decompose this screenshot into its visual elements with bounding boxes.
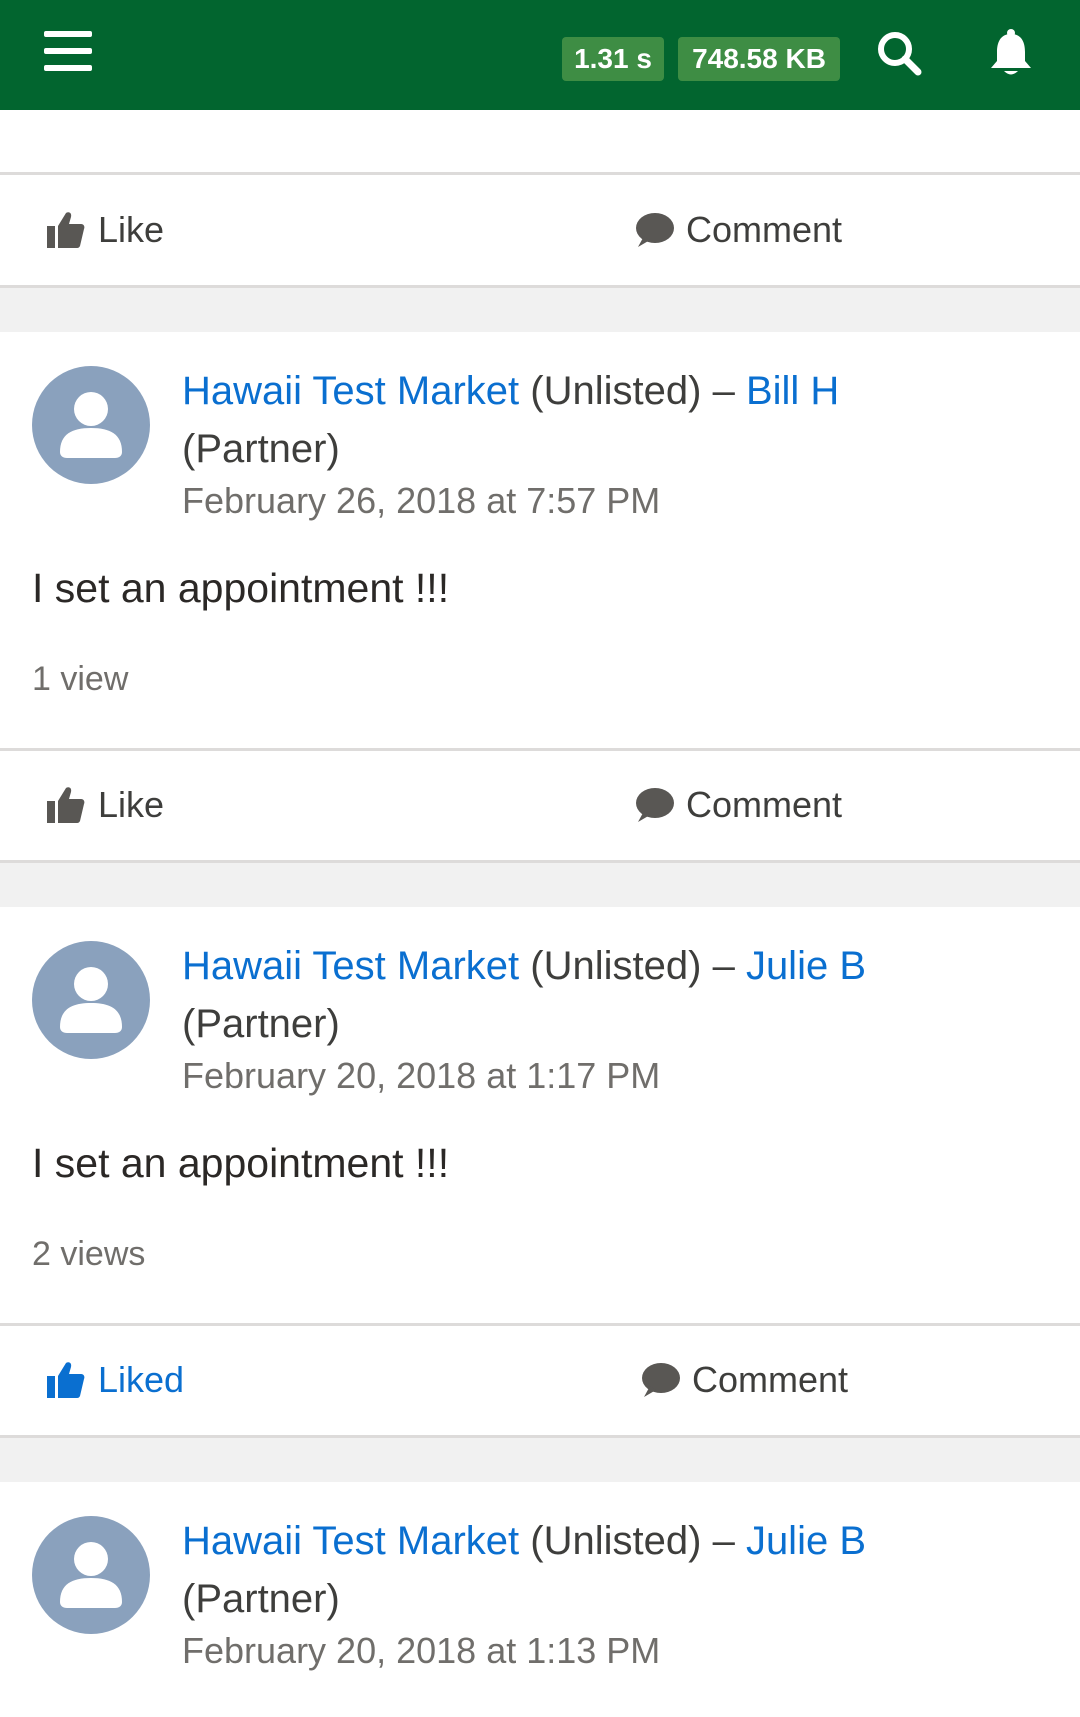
comment-label: Comment	[686, 784, 843, 825]
thumbs-up-icon	[47, 212, 85, 248]
group-visibility: (Unlisted)	[530, 944, 702, 988]
comment-icon	[636, 788, 674, 822]
post-body: I set an appointment !!!	[32, 565, 450, 611]
post-timestamp[interactable]: February 26, 2018 at 7:57 PM	[182, 480, 660, 522]
group-visibility: (Unlisted)	[530, 369, 702, 413]
avatar[interactable]	[32, 1516, 150, 1634]
author-role: (Partner)	[182, 1577, 340, 1621]
author-link[interactable]: Julie B	[746, 944, 866, 988]
thumbs-up-icon	[47, 1362, 85, 1398]
like-label: Like	[98, 784, 165, 825]
thumbs-up-icon	[47, 787, 85, 823]
post-timestamp[interactable]: February 20, 2018 at 1:13 PM	[182, 1630, 660, 1672]
like-button[interactable]: Like	[46, 775, 164, 835]
user-icon	[60, 1542, 122, 1608]
group-link[interactable]: Hawaii Test Market	[182, 1519, 519, 1563]
comment-icon	[642, 1363, 680, 1397]
post-header: Hawaii Test Market (Unlisted) – Julie B …	[182, 1512, 1042, 1628]
load-time-badge: 1.31 s	[562, 37, 664, 81]
page-size-badge: 748.58 KB	[678, 37, 840, 81]
author-role: (Partner)	[182, 427, 340, 471]
comment-label: Comment	[686, 209, 843, 250]
like-label: Like	[98, 209, 165, 250]
feed-separator	[0, 863, 1080, 907]
feed-separator	[0, 288, 1080, 332]
author-link[interactable]: Bill H	[746, 369, 839, 413]
post-body: I set an appointment !!!	[32, 1140, 450, 1186]
comment-button[interactable]: Comment	[634, 200, 842, 260]
comment-icon	[636, 213, 674, 247]
group-visibility: (Unlisted)	[530, 1519, 702, 1563]
author-link[interactable]: Julie B	[746, 1519, 866, 1563]
like-button[interactable]: Like	[46, 200, 164, 260]
comment-label: Comment	[692, 1359, 849, 1400]
user-icon	[60, 967, 122, 1033]
user-icon	[60, 392, 122, 458]
view-count: 2 views	[32, 1235, 146, 1273]
search-icon[interactable]	[876, 30, 922, 76]
group-link[interactable]: Hawaii Test Market	[182, 369, 519, 413]
separator: –	[712, 1519, 735, 1563]
post-timestamp[interactable]: February 20, 2018 at 1:17 PM	[182, 1055, 660, 1097]
comment-button[interactable]: Comment	[634, 775, 842, 835]
author-role: (Partner)	[182, 1002, 340, 1046]
bell-icon[interactable]	[988, 28, 1034, 78]
separator: –	[712, 369, 735, 413]
comment-button[interactable]: Comment	[640, 1350, 848, 1410]
avatar[interactable]	[32, 366, 150, 484]
feed-separator	[0, 1438, 1080, 1482]
menu-icon[interactable]	[44, 31, 92, 71]
top-app-bar: 1.31 s 748.58 KB	[0, 0, 1080, 110]
avatar[interactable]	[32, 941, 150, 1059]
post-header: Hawaii Test Market (Unlisted) – Bill H (…	[182, 362, 1042, 478]
view-count: 1 view	[32, 660, 129, 698]
divider	[0, 748, 1080, 751]
liked-label: Liked	[98, 1359, 185, 1400]
liked-button[interactable]: Liked	[46, 1350, 184, 1410]
group-link[interactable]: Hawaii Test Market	[182, 944, 519, 988]
separator: –	[712, 944, 735, 988]
divider	[0, 172, 1080, 175]
post-header: Hawaii Test Market (Unlisted) – Julie B …	[182, 937, 1042, 1053]
divider	[0, 1323, 1080, 1326]
